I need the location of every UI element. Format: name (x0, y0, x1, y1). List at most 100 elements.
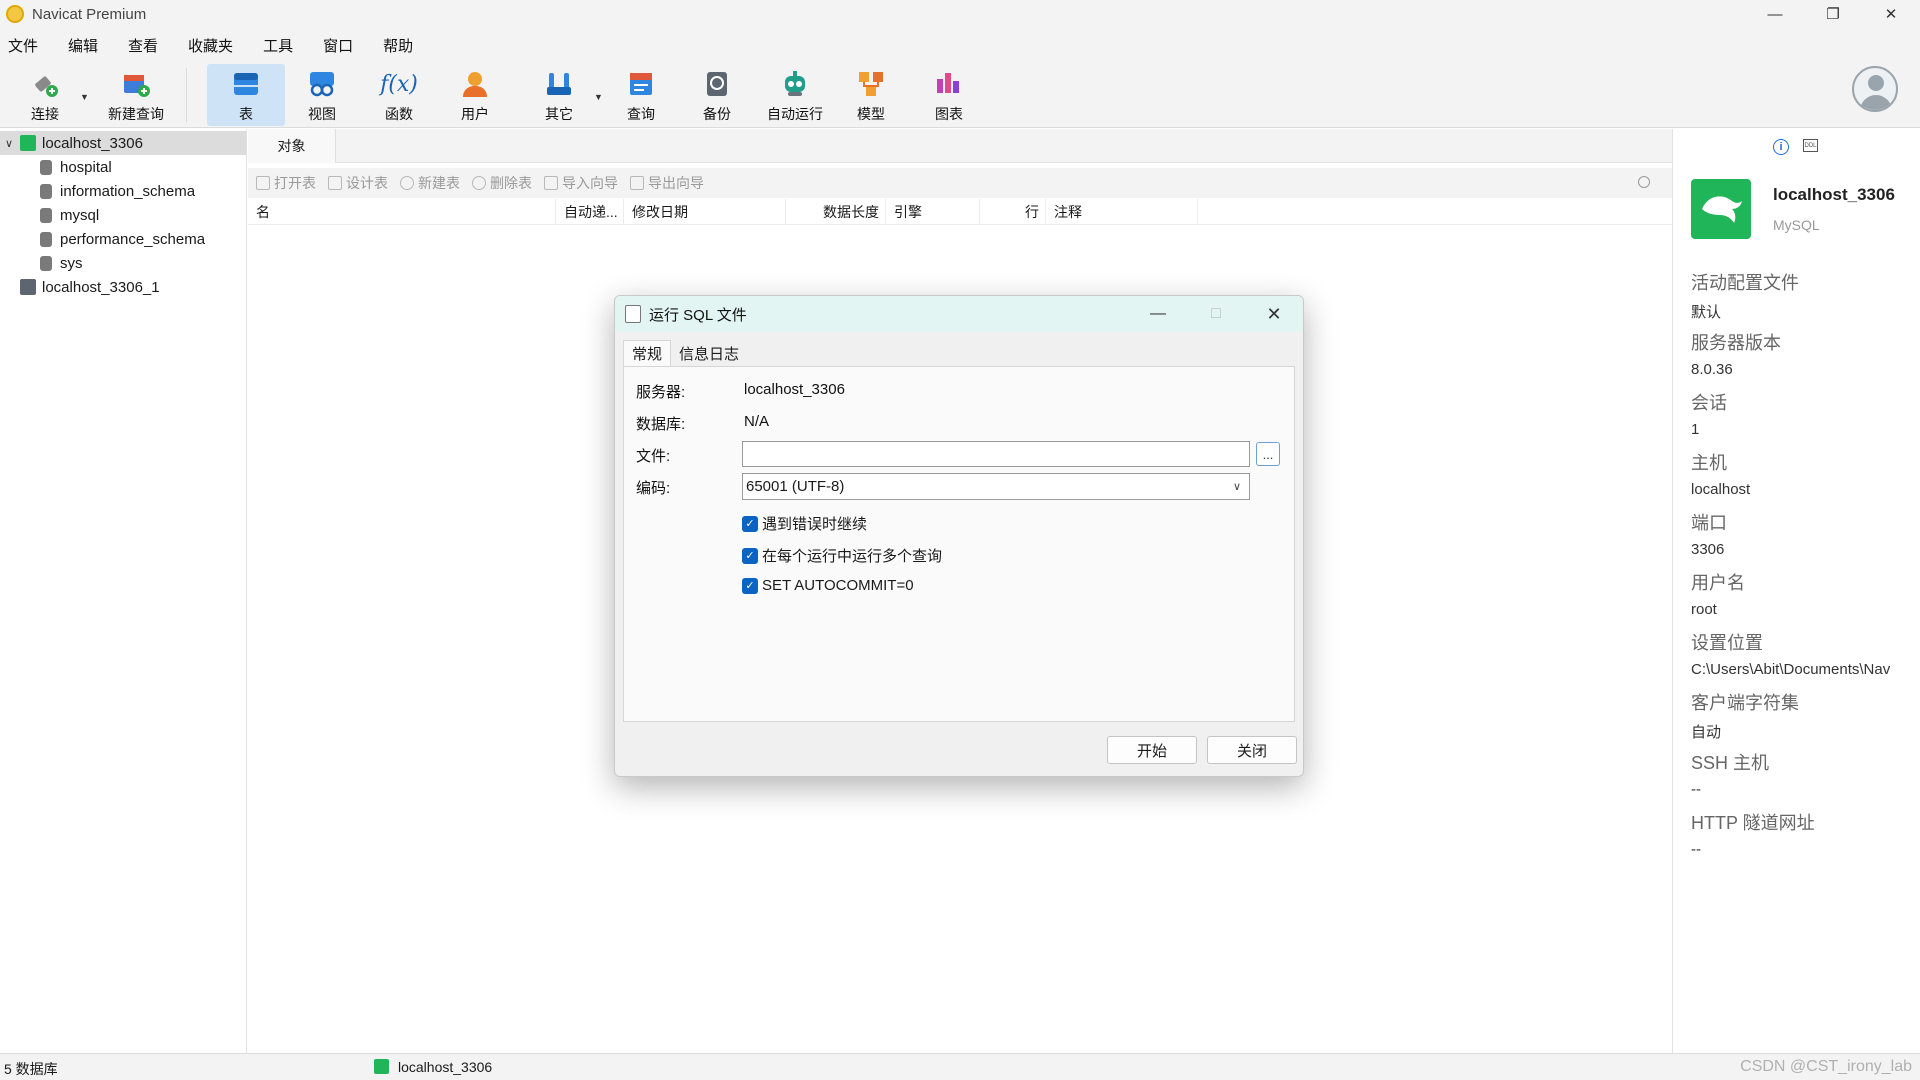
design-table-button[interactable]: 设计表 (328, 173, 388, 193)
user-button[interactable]: 用户 (438, 64, 512, 126)
model-icon (854, 68, 888, 100)
menu-view[interactable]: 查看 (128, 35, 158, 56)
start-button[interactable]: 开始 (1107, 736, 1197, 764)
run-sql-file-dialog: 运行 SQL 文件 — □ ✕ 常规 信息日志 服务器: localhost_3… (614, 295, 1304, 777)
column-name[interactable]: 名 (248, 199, 556, 225)
account-avatar[interactable] (1852, 66, 1898, 112)
info-field-server-version: 服务器版本 8.0.36 (1691, 333, 1781, 378)
model-button[interactable]: 模型 (834, 64, 908, 126)
menu-favorites[interactable]: 收藏夹 (188, 35, 233, 56)
database-value: N/A (744, 413, 770, 430)
menu-window[interactable]: 窗口 (323, 35, 353, 56)
menu-file[interactable]: 文件 (8, 35, 38, 56)
status-connection: localhost_3306 (398, 1059, 493, 1075)
info-field-username: 用户名 root (1691, 573, 1745, 618)
ddl-icon[interactable]: DDL (1803, 139, 1818, 152)
tree-db-information-schema[interactable]: information_schema (0, 179, 246, 203)
file-path-input[interactable] (742, 441, 1250, 467)
close-button[interactable]: 关闭 (1207, 736, 1297, 764)
connect-dropdown-icon[interactable]: ▼ (80, 92, 89, 102)
window-controls: — ❐ ✕ (1746, 0, 1920, 28)
tab-general[interactable]: 常规 (623, 340, 672, 366)
column-engine[interactable]: 引擎 (886, 199, 980, 225)
search-icon[interactable] (1638, 176, 1650, 188)
other-dropdown-icon[interactable]: ▼ (594, 92, 603, 102)
database-icon (40, 183, 52, 199)
table-button[interactable]: 表 (207, 64, 285, 126)
tree-db-hospital[interactable]: hospital (0, 155, 246, 179)
database-icon (40, 231, 52, 247)
tree-db-mysql[interactable]: mysql (0, 203, 246, 227)
query-icon (624, 68, 658, 100)
info-panel-tabs: i DDL (1773, 139, 1818, 155)
option-autocommit[interactable]: ✓ SET AUTOCOMMIT=0 (742, 577, 914, 594)
info-connection-type: MySQL (1773, 217, 1820, 233)
tools-icon (542, 68, 576, 100)
checkbox-checked-icon[interactable]: ✓ (742, 577, 758, 594)
general-panel: 服务器: localhost_3306 数据库: N/A 文件: ... 编码:… (623, 366, 1295, 722)
info-icon[interactable]: i (1773, 139, 1789, 155)
chart-button[interactable]: 图表 (912, 64, 986, 126)
column-rows[interactable]: 行 (980, 199, 1046, 225)
minimize-button[interactable]: — (1746, 0, 1804, 28)
new-table-button[interactable]: 新建表 (400, 173, 460, 193)
checkbox-checked-icon[interactable]: ✓ (742, 547, 758, 564)
chevron-down-icon[interactable]: ∨ (0, 137, 18, 150)
option-multiple-queries[interactable]: ✓ 在每个运行中运行多个查询 (742, 545, 942, 566)
encoding-select[interactable]: 65001 (UTF-8) ∨ (742, 473, 1250, 500)
tree-db-performance-schema[interactable]: performance_schema (0, 227, 246, 251)
info-field-host: 主机 localhost (1691, 453, 1751, 498)
checkbox-checked-icon[interactable]: ✓ (742, 515, 758, 532)
database-icon (40, 159, 52, 175)
function-button[interactable]: f(x) 函数 (362, 64, 436, 126)
minus-icon (472, 176, 486, 190)
file-label: 文件: (636, 448, 671, 465)
mysql-connection-icon (20, 135, 36, 151)
info-panel: i DDL localhost_3306 MySQL 活动配置文件 默认 服务器… (1672, 129, 1920, 1053)
export-wizard-button[interactable]: 导出向导 (630, 173, 704, 193)
dialog-minimize-button[interactable]: — (1129, 296, 1187, 332)
tab-message-log[interactable]: 信息日志 (671, 340, 747, 366)
tab-objects[interactable]: 对象 (248, 129, 336, 163)
info-connection-name: localhost_3306 (1773, 185, 1895, 204)
menu-help[interactable]: 帮助 (383, 35, 413, 56)
avatar-head-icon (1868, 75, 1884, 91)
delete-table-button[interactable]: 删除表 (472, 173, 532, 193)
new-query-button[interactable]: 新建查询 (92, 64, 180, 126)
mysql-connection-icon (374, 1059, 389, 1074)
browse-file-button[interactable]: ... (1256, 442, 1280, 466)
info-field-ssh-host: SSH 主机 -- (1691, 753, 1770, 798)
tree-connection-localhost-1[interactable]: localhost_3306_1 (0, 275, 246, 299)
column-data-length[interactable]: 数据长度 (786, 199, 886, 225)
close-window-button[interactable]: ✕ (1862, 0, 1920, 28)
open-table-button[interactable]: 打开表 (256, 173, 316, 193)
info-field-http-tunnel: HTTP 隧道网址 -- (1691, 813, 1815, 858)
design-table-icon (328, 176, 342, 190)
info-field-client-charset: 客户端字符集 自动 (1691, 693, 1799, 741)
dialog-close-icon[interactable]: ✕ (1245, 296, 1303, 332)
connect-button[interactable]: 连接 (8, 64, 82, 126)
restore-button[interactable]: ❐ (1804, 0, 1862, 28)
automation-button[interactable]: 自动运行 (757, 64, 833, 126)
info-field-port: 端口 3306 (1691, 513, 1727, 558)
tree-db-sys[interactable]: sys (0, 251, 246, 275)
query-button[interactable]: 查询 (604, 64, 678, 126)
column-modified-date[interactable]: 修改日期 (624, 199, 786, 225)
view-button[interactable]: 视图 (285, 64, 359, 126)
backup-button[interactable]: 备份 (680, 64, 754, 126)
dialog-title: 运行 SQL 文件 (649, 306, 747, 324)
avatar-body-icon (1860, 95, 1892, 110)
dialog-title-bar: 运行 SQL 文件 — □ ✕ (615, 296, 1303, 332)
column-comment[interactable]: 注释 (1046, 199, 1198, 225)
tree-connection-localhost[interactable]: ∨ localhost_3306 (0, 131, 246, 155)
menu-tools[interactable]: 工具 (263, 35, 293, 56)
object-list-header: 名 自动递... 修改日期 数据长度 引擎 行 注释 (248, 199, 1672, 225)
open-table-icon (256, 176, 270, 190)
menu-edit[interactable]: 编辑 (68, 35, 98, 56)
import-wizard-button[interactable]: 导入向导 (544, 173, 618, 193)
column-auto-increment[interactable]: 自动递... (556, 199, 624, 225)
chart-icon (932, 68, 966, 100)
status-bar: 5 数据库 localhost_3306 CSDN @CST_irony_lab (0, 1053, 1920, 1080)
option-continue-on-error[interactable]: ✓ 遇到错误时继续 (742, 513, 867, 534)
other-button[interactable]: 其它 (522, 64, 596, 126)
